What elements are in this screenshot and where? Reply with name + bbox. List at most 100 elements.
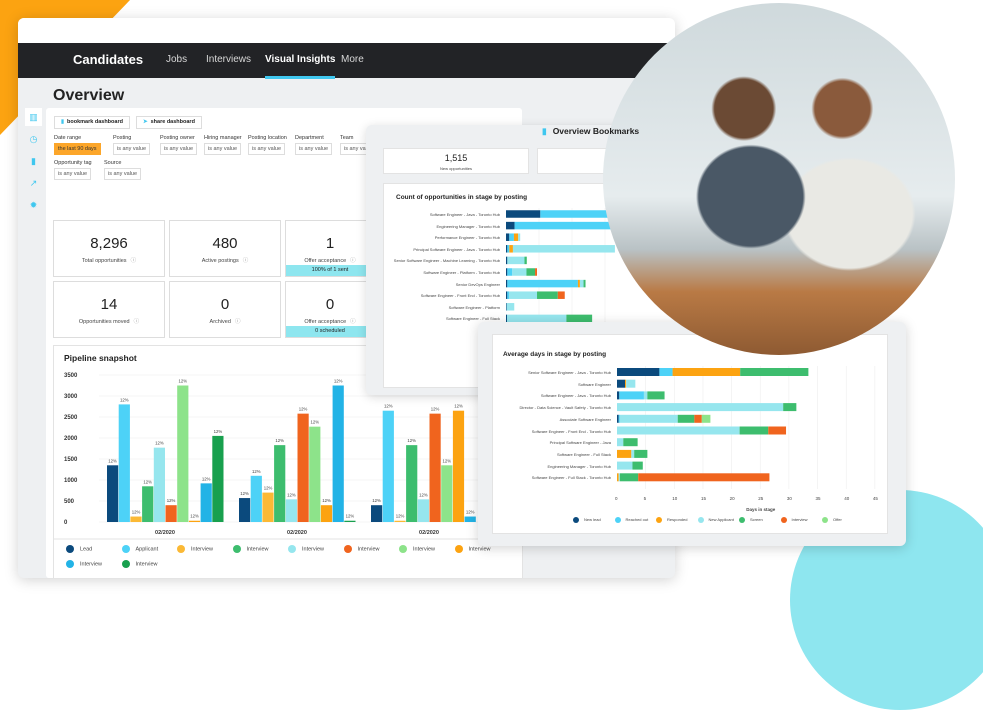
- bar-5: [429, 413, 441, 522]
- legend-item[interactable]: Interview: [343, 545, 380, 553]
- filter-value-2[interactable]: is any value: [160, 143, 198, 155]
- legend-item[interactable]: Interview: [177, 545, 213, 553]
- info-icon[interactable]: ⓘ: [350, 319, 356, 325]
- legend-label: Interview: [468, 546, 491, 553]
- nav-more[interactable]: More: [341, 54, 364, 65]
- legend-label: Applicant: [135, 546, 159, 553]
- row-label: Engineering Manager - Toronto Hub: [547, 463, 611, 469]
- row-label: Senior Software Engineer - Java - Toront…: [528, 370, 611, 375]
- legend-item[interactable]: Interview: [454, 545, 491, 553]
- bar-segment-reached-out: [509, 233, 514, 241]
- legend-label: Responded: [667, 517, 688, 523]
- y-tick-label: 1000: [64, 478, 78, 484]
- nav-jobs[interactable]: Jobs: [166, 54, 187, 65]
- legend-item[interactable]: New lead: [573, 517, 601, 523]
- data-label: 12%: [396, 514, 405, 519]
- info-icon[interactable]: ⓘ: [350, 258, 356, 264]
- stat-card: 480 Active postings ⓘ: [169, 220, 281, 277]
- data-label: 12%: [334, 379, 343, 384]
- row-label: Principal Software Engineer - Java - Tor…: [413, 246, 500, 252]
- x-tick-label: 02/2020: [419, 530, 439, 536]
- new-opportunities-stat: 1,515 New opportunities: [383, 148, 529, 174]
- row-label: Software Engineer - Front End - Toronto …: [420, 293, 500, 299]
- legend-item[interactable]: Reached out: [614, 517, 648, 523]
- legend-swatch: [399, 545, 407, 553]
- bar-8: [200, 483, 212, 522]
- data-label: 12%: [287, 492, 296, 497]
- y-tick-label: 3500: [64, 373, 78, 379]
- filter-value-1[interactable]: is any value: [113, 143, 151, 155]
- data-label: 12%: [108, 458, 117, 463]
- legend-item[interactable]: Interview: [399, 545, 435, 553]
- bar-7: [188, 520, 201, 522]
- x-tick-label: 02/2020: [287, 530, 307, 536]
- nav-candidates[interactable]: Candidates: [73, 52, 143, 67]
- filter-value-7[interactable]: is any value: [54, 168, 92, 180]
- legend-swatch: [454, 545, 463, 553]
- chart-icon[interactable]: ▥: [25, 108, 42, 126]
- data-label: 12%: [346, 514, 355, 519]
- legend-item[interactable]: Lead: [66, 545, 92, 553]
- bookmark-dashboard-button[interactable]: ▮ bookmark dashboard: [54, 116, 130, 129]
- data-label: 12%: [299, 407, 308, 412]
- bar-segment-reached-out: [507, 291, 510, 299]
- data-label: 12%: [384, 404, 393, 409]
- legend-item[interactable]: Screen: [739, 517, 763, 523]
- stat-value: 14: [100, 296, 118, 313]
- bar-3: [142, 486, 154, 522]
- filter-value-5[interactable]: is any value: [295, 143, 333, 155]
- legend-item[interactable]: Responded: [656, 517, 687, 523]
- bar-segment-new-lead: [617, 391, 620, 400]
- legend-item[interactable]: Applicant: [121, 545, 159, 553]
- legend-item[interactable]: Interview: [232, 545, 269, 553]
- data-label: 12%: [466, 510, 475, 515]
- stat-card: 8,296 Total opportunities ⓘ: [53, 220, 165, 277]
- filter-value-0[interactable]: the last 90 days: [54, 143, 101, 155]
- info-icon[interactable]: ⓘ: [134, 319, 140, 325]
- x-tick-label: 02/2020: [155, 530, 175, 536]
- data-label: 12%: [240, 491, 249, 496]
- info-icon[interactable]: ⓘ: [235, 319, 241, 325]
- people-photo: [603, 3, 955, 355]
- row-label: Software Engineer - Platform: [448, 304, 500, 310]
- data-label: 12%: [454, 404, 463, 409]
- bar-segment-screen: [537, 291, 558, 299]
- bar-segment-new-lead: [506, 291, 508, 299]
- book-icon[interactable]: ▮: [25, 152, 42, 170]
- info-icon[interactable]: ⓘ: [131, 258, 137, 264]
- legend-item[interactable]: Offer: [822, 517, 842, 523]
- filter-label: Posting location: [248, 135, 287, 141]
- row-label: Senior Software Engineer - Machine Learn…: [393, 258, 500, 264]
- wrench-icon[interactable]: ↗: [25, 174, 42, 192]
- bar-0: [107, 465, 119, 522]
- y-tick-label: 500: [64, 499, 75, 505]
- legend-label: Interview: [80, 561, 103, 568]
- filter-value-4[interactable]: is any value: [248, 143, 286, 155]
- info-icon[interactable]: ⓘ: [243, 258, 249, 264]
- gear-icon[interactable]: ✹: [25, 196, 42, 214]
- filter-value-3[interactable]: is any value: [204, 143, 242, 155]
- legend-item[interactable]: Interview: [66, 560, 102, 568]
- row-label: Principal Software Engineer - Java: [549, 440, 611, 446]
- x-tick-label: 15: [700, 496, 706, 501]
- legend-item[interactable]: Interview: [288, 545, 324, 553]
- filter-label: Team: [340, 135, 354, 141]
- bookmark-icon: ▮: [542, 126, 547, 136]
- legend-item[interactable]: Interview: [121, 560, 158, 568]
- stat-value: 0: [220, 296, 230, 313]
- legend-swatch: [177, 545, 185, 553]
- filter-label: Source: [104, 160, 122, 166]
- share-dashboard-button[interactable]: ➤ share dashboard: [136, 116, 202, 129]
- data-label: 12%: [275, 438, 284, 443]
- legend-item[interactable]: New Applicant: [697, 517, 734, 523]
- bar-segment-screen: [739, 426, 769, 435]
- bar-segment-screen: [632, 461, 643, 470]
- nav-interviews[interactable]: Interviews: [206, 54, 251, 65]
- nav-visual-insights[interactable]: Visual Insights: [265, 54, 336, 79]
- clock-icon[interactable]: ◷: [25, 130, 42, 148]
- bookmark-label: bookmark dashboard: [67, 119, 123, 125]
- legend-item[interactable]: Interview: [780, 517, 808, 523]
- row-label: Software Engineer - Platform - Toronto H…: [423, 270, 500, 275]
- bar-segment-new-applicant: [509, 291, 538, 299]
- filter-value-8[interactable]: is any value: [104, 168, 142, 180]
